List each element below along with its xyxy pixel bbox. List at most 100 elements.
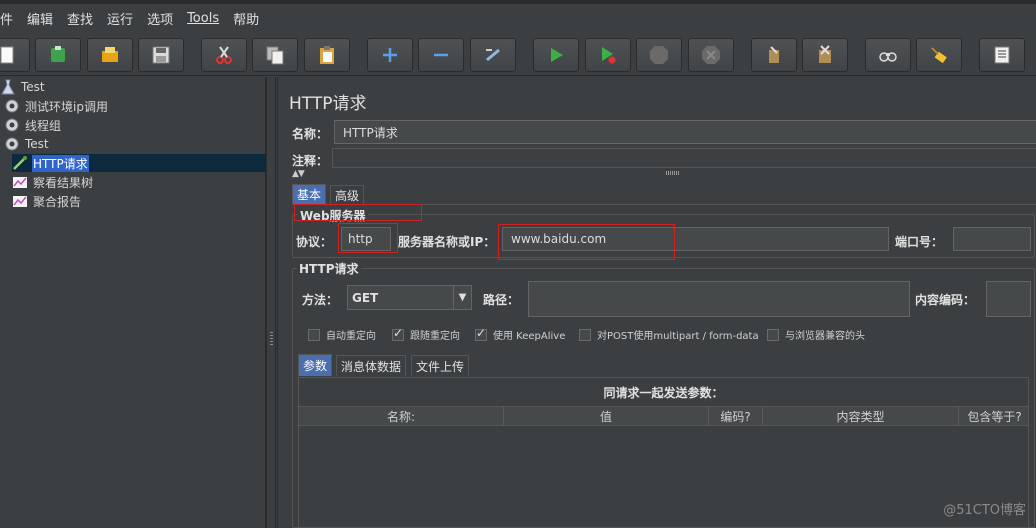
tab-parameters[interactable]: 参数 (298, 354, 333, 376)
keepalive-checkbox[interactable]: 使用 KeepAlive (475, 326, 565, 342)
highlight-box-web-server (294, 204, 422, 221)
watermark: @51CTO博客 (943, 503, 1026, 518)
shutdown-icon (702, 46, 720, 64)
collapse-icon (434, 53, 448, 57)
tree-item-listener[interactable]: 察看结果树 (12, 173, 94, 191)
checkbox-label: 跟随重定向 (410, 331, 460, 342)
column-header-value[interactable]: 值 (504, 407, 709, 425)
tree-item-thread-group[interactable]: 测试环境ip调用 (4, 97, 109, 115)
open-button[interactable] (87, 38, 133, 72)
tab-body-data[interactable]: 消息体数据 (336, 355, 407, 376)
multipart-checkbox[interactable]: 对POST使用multipart / form-data (579, 327, 759, 342)
browser-headers-checkbox[interactable]: 与浏览器兼容的头 (767, 327, 865, 342)
comment-label: 注释： (292, 154, 329, 168)
tree-item-label: 线程组 (25, 118, 62, 133)
checkbox-label: 对POST使用multipart / form-data (597, 331, 759, 342)
comment-field[interactable] (332, 148, 1036, 168)
gear-icon (5, 118, 19, 132)
checkbox-label: 与浏览器兼容的头 (785, 331, 865, 342)
gear-icon (5, 99, 19, 113)
pipette-icon (13, 156, 27, 170)
method-select[interactable]: GET ▼ (347, 285, 472, 310)
start-button[interactable] (533, 38, 579, 72)
function-helper-button[interactable] (979, 38, 1025, 72)
column-header-content-type[interactable]: 内容类型 (763, 407, 959, 425)
tree-item-thread-group[interactable]: 线程组 (4, 116, 62, 134)
search-icon (879, 52, 897, 62)
tree-item-http-request[interactable]: HTTP请求 (12, 154, 266, 172)
checkbox-box[interactable] (308, 328, 320, 341)
name-field[interactable]: HTTP请求 (334, 120, 1036, 144)
start-icon (551, 48, 563, 62)
page-title: HTTP请求 (289, 94, 367, 114)
stop-button[interactable] (636, 38, 682, 72)
highlight-box-protocol (338, 223, 398, 253)
shutdown-button[interactable] (688, 38, 734, 72)
paste-button[interactable] (304, 38, 350, 72)
port-field[interactable] (953, 227, 1031, 251)
highlight-box-server (498, 224, 675, 260)
start-no-pause-icon (602, 47, 616, 64)
clear-all-icon (819, 45, 831, 63)
menu-tools[interactable]: Tools (187, 11, 219, 26)
menu-file[interactable]: 件 (0, 9, 13, 28)
column-header-encode[interactable]: 编码? (709, 407, 763, 425)
checkbox-box[interactable] (579, 328, 591, 341)
auto-redirect-checkbox[interactable]: 自动重定向 (308, 327, 376, 342)
new-button[interactable] (0, 38, 30, 72)
encoding-label: 内容编码： (915, 293, 976, 307)
table-header: 名称: 值 编码? 内容类型 包含等于? (299, 406, 1028, 426)
tree-item-label: 聚合报告 (33, 194, 82, 209)
reset-search-button[interactable] (916, 38, 962, 72)
new-icon (0, 46, 14, 64)
divider-grip[interactable] (666, 171, 680, 175)
reset-search-icon (931, 47, 947, 64)
splitter-grip[interactable] (270, 332, 273, 346)
path-field[interactable] (528, 281, 910, 317)
test-plan-tree: Test 测试环境ip调用 线程组 Test HTTP请求 察看结果树 聚合报告 (0, 77, 266, 528)
tree-item-label: 测试环境ip调用 (25, 99, 108, 114)
parameters-caption: 同请求一起发送参数： (603, 386, 724, 400)
templates-button[interactable] (35, 38, 81, 72)
templates-icon (51, 46, 65, 62)
panel-splitter[interactable] (266, 77, 276, 528)
tree-item-test-plan[interactable]: Test (0, 78, 46, 96)
column-header-include-equals[interactable]: 包含等于? (959, 407, 1030, 425)
http-request-title: HTTP请求 (297, 260, 361, 277)
collapse-all-button[interactable] (418, 38, 464, 72)
save-button[interactable] (138, 38, 184, 72)
menu-options[interactable]: 选项 (147, 9, 173, 28)
column-header-name[interactable]: 名称: (299, 407, 504, 425)
follow-redirect-checkbox[interactable]: 跟随重定向 (392, 326, 460, 342)
menu-edit[interactable]: 编辑 (27, 9, 53, 28)
menu-bar: 件 编辑 查找 运行 选项 Tools 帮助 (0, 0, 1036, 32)
divider-collapse-arrows[interactable]: ▲▼ (292, 169, 305, 179)
clear-all-button[interactable] (802, 38, 848, 72)
checkbox-box[interactable] (475, 326, 487, 341)
menu-search[interactable]: 查找 (67, 9, 93, 28)
menu-help[interactable]: 帮助 (233, 9, 259, 28)
checkbox-box[interactable] (392, 326, 404, 341)
open-icon (102, 47, 118, 62)
menu-run[interactable]: 运行 (107, 9, 133, 28)
tab-basic[interactable]: 基本 (292, 184, 327, 204)
search-button[interactable] (865, 38, 911, 72)
cut-button[interactable] (201, 38, 247, 72)
method-label: 方法： (302, 293, 339, 307)
chevron-down-icon[interactable]: ▼ (453, 286, 471, 309)
checkbox-box[interactable] (767, 328, 779, 341)
expand-all-button[interactable] (367, 38, 413, 72)
tree-item-thread-group[interactable]: Test (4, 135, 50, 153)
start-no-pause-button[interactable] (585, 38, 631, 72)
toolbar (0, 34, 1036, 76)
stop-icon (650, 46, 668, 64)
copy-button[interactable] (252, 38, 298, 72)
clear-button[interactable] (751, 38, 797, 72)
method-value: GET (352, 290, 379, 305)
tree-item-listener[interactable]: 聚合报告 (12, 192, 82, 210)
tab-file-upload[interactable]: 文件上传 (411, 355, 470, 376)
gear-icon (5, 137, 19, 151)
tab-advanced[interactable]: 高级 (330, 185, 365, 204)
toggle-button[interactable] (470, 38, 516, 72)
encoding-field[interactable] (986, 281, 1031, 317)
